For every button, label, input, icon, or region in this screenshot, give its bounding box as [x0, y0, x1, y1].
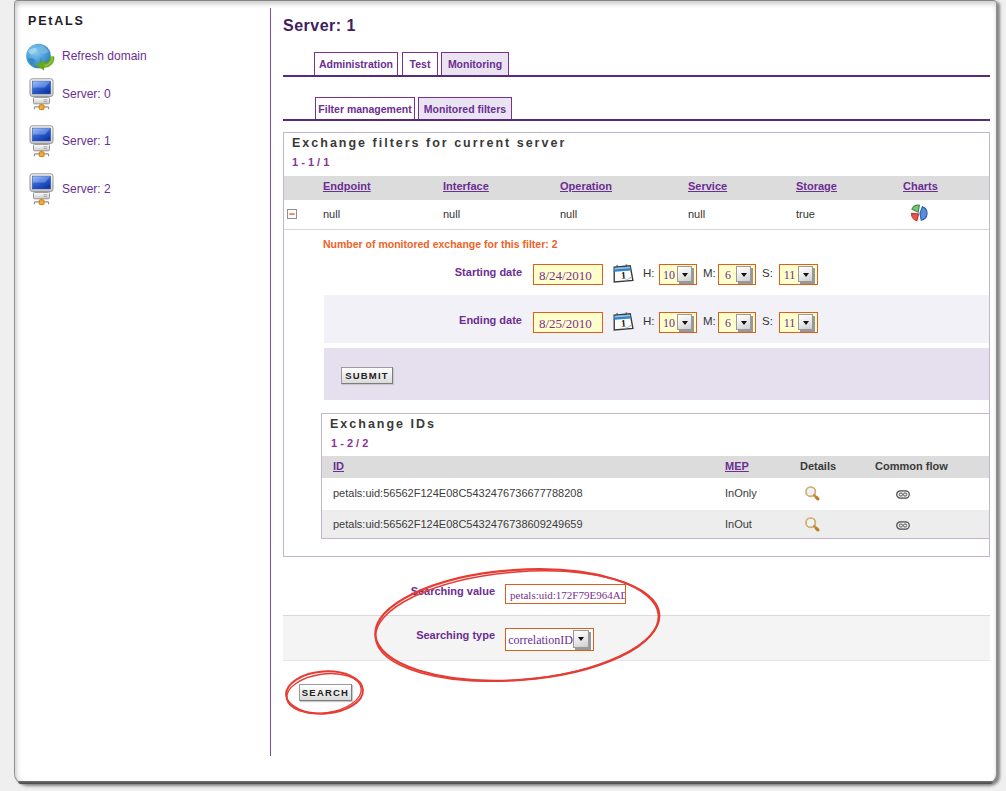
svg-text:1: 1 — [621, 317, 627, 328]
svg-text:1: 1 — [621, 269, 627, 280]
